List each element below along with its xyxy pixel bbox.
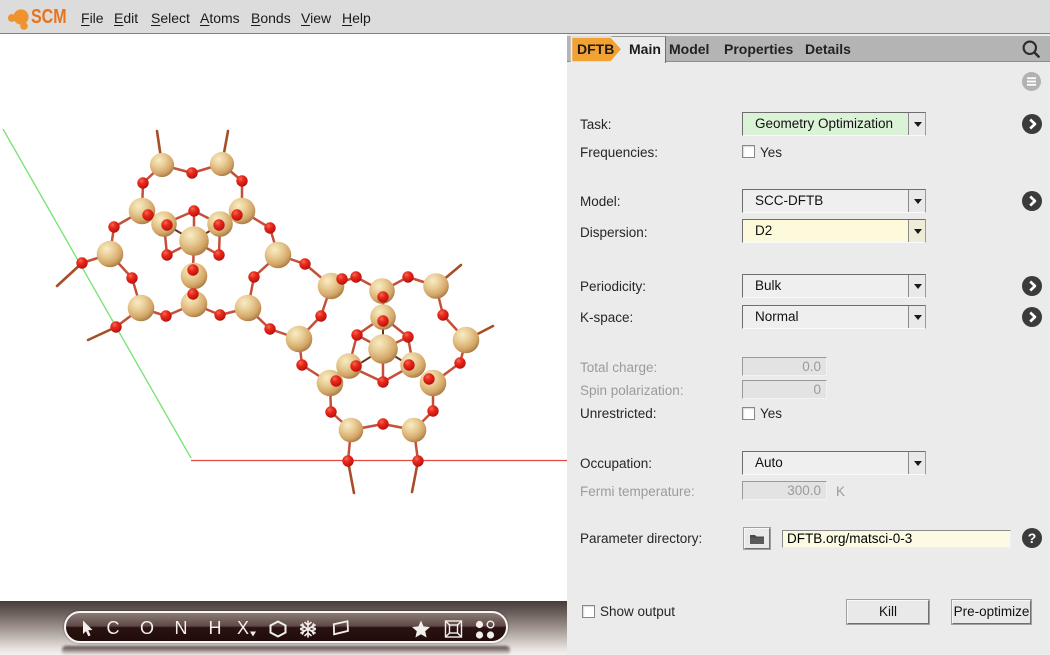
svg-text:N: N (175, 618, 188, 638)
svg-text:O: O (140, 618, 154, 638)
svg-text:C: C (107, 618, 120, 638)
svg-text:X: X (237, 618, 249, 638)
svg-text:H: H (209, 618, 222, 638)
